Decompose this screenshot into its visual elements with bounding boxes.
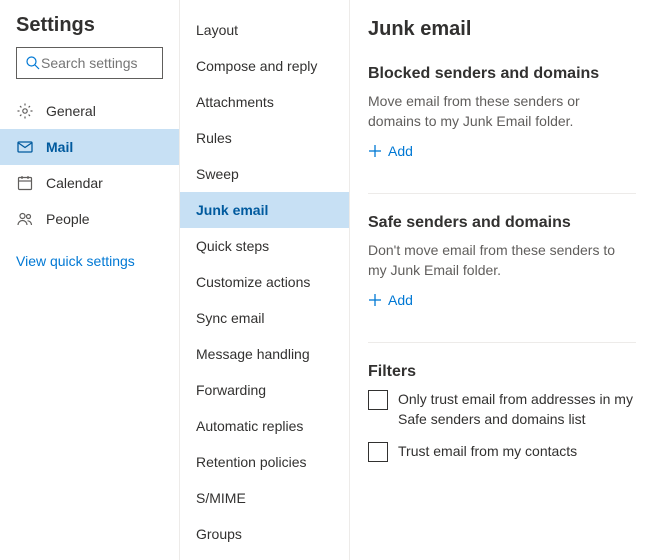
category-label: People (46, 211, 90, 227)
category-label: Mail (46, 139, 73, 155)
subnav-compose-reply[interactable]: Compose and reply (180, 48, 349, 84)
trust-contacts-checkbox[interactable] (368, 442, 388, 462)
blocked-desc: Move email from these senders or domains… (368, 91, 636, 131)
content-pane: Junk email Blocked senders and domains M… (350, 0, 654, 560)
only-trust-safe-label: Only trust email from addresses in my Sa… (398, 389, 636, 429)
mail-subnav: Layout Compose and reply Attachments Rul… (180, 0, 350, 560)
people-icon (16, 210, 34, 228)
trust-contacts-label: Trust email from my contacts (398, 441, 577, 461)
subnav-forwarding[interactable]: Forwarding (180, 372, 349, 408)
gear-icon (16, 102, 34, 120)
safe-senders-section: Safe senders and domains Don't move emai… (368, 214, 636, 310)
filters-title: Filters (368, 363, 636, 381)
calendar-icon (16, 174, 34, 192)
subnav-sweep[interactable]: Sweep (180, 156, 349, 192)
subnav-junk-email[interactable]: Junk email (180, 192, 349, 228)
safe-title: Safe senders and domains (368, 214, 636, 232)
add-blocked-button[interactable]: Add (368, 143, 413, 159)
subnav-automatic-replies[interactable]: Automatic replies (180, 408, 349, 444)
add-label: Add (388, 143, 413, 159)
subnav-rules[interactable]: Rules (180, 120, 349, 156)
plus-icon (368, 293, 382, 307)
subnav-list: Layout Compose and reply Attachments Rul… (180, 12, 349, 552)
subnav-attachments[interactable]: Attachments (180, 84, 349, 120)
category-people[interactable]: People (0, 201, 179, 237)
category-calendar[interactable]: Calendar (0, 165, 179, 201)
section-divider (368, 342, 636, 343)
safe-desc: Don't move email from these senders to m… (368, 240, 636, 280)
subnav-smime[interactable]: S/MIME (180, 480, 349, 516)
subnav-sync-email[interactable]: Sync email (180, 300, 349, 336)
search-icon (25, 54, 41, 72)
mail-icon (16, 138, 34, 156)
only-trust-safe-checkbox[interactable] (368, 390, 388, 410)
subnav-layout[interactable]: Layout (180, 12, 349, 48)
category-list: General Mail Calendar People (0, 93, 179, 237)
blocked-senders-section: Blocked senders and domains Move email f… (368, 65, 636, 161)
view-quick-settings-link[interactable]: View quick settings (0, 237, 179, 285)
category-label: General (46, 103, 96, 119)
category-general[interactable]: General (0, 93, 179, 129)
page-title: Junk email (368, 18, 636, 41)
category-mail[interactable]: Mail (0, 129, 179, 165)
section-divider (368, 193, 636, 194)
search-input[interactable] (41, 55, 154, 71)
subnav-retention-policies[interactable]: Retention policies (180, 444, 349, 480)
settings-sidebar: Settings General Mail (0, 0, 180, 560)
search-settings-box[interactable] (16, 47, 163, 79)
plus-icon (368, 144, 382, 158)
add-label: Add (388, 292, 413, 308)
subnav-groups[interactable]: Groups (180, 516, 349, 552)
subnav-customize-actions[interactable]: Customize actions (180, 264, 349, 300)
settings-title: Settings (0, 14, 179, 47)
filters-section: Filters Only trust email from addresses … (368, 363, 636, 462)
subnav-quick-steps[interactable]: Quick steps (180, 228, 349, 264)
add-safe-button[interactable]: Add (368, 292, 413, 308)
subnav-message-handling[interactable]: Message handling (180, 336, 349, 372)
category-label: Calendar (46, 175, 103, 191)
blocked-title: Blocked senders and domains (368, 65, 636, 83)
